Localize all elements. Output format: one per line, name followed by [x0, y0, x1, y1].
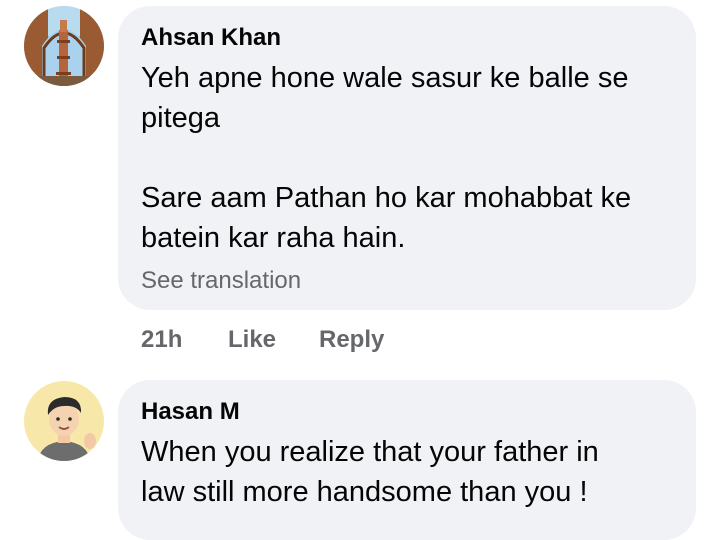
like-button[interactable]: Like: [228, 326, 276, 354]
cartoon-man-avatar: [24, 381, 104, 461]
comment-text: Yeh apne hone wale sasur ke balle se pit…: [141, 62, 632, 254]
comment-avatar[interactable]: [24, 381, 104, 461]
comment-timestamp[interactable]: 21h: [141, 326, 182, 354]
reply-button[interactable]: Reply: [319, 326, 384, 354]
comment-author[interactable]: Hasan M: [141, 398, 240, 426]
comment-text: When you realize that your father in law…: [141, 436, 599, 508]
see-translation-link[interactable]: See translation: [141, 267, 301, 295]
comment-avatar[interactable]: [24, 6, 104, 86]
qutub-minar-photo-avatar: [24, 6, 104, 86]
comment-author[interactable]: Ahsan Khan: [141, 24, 281, 52]
